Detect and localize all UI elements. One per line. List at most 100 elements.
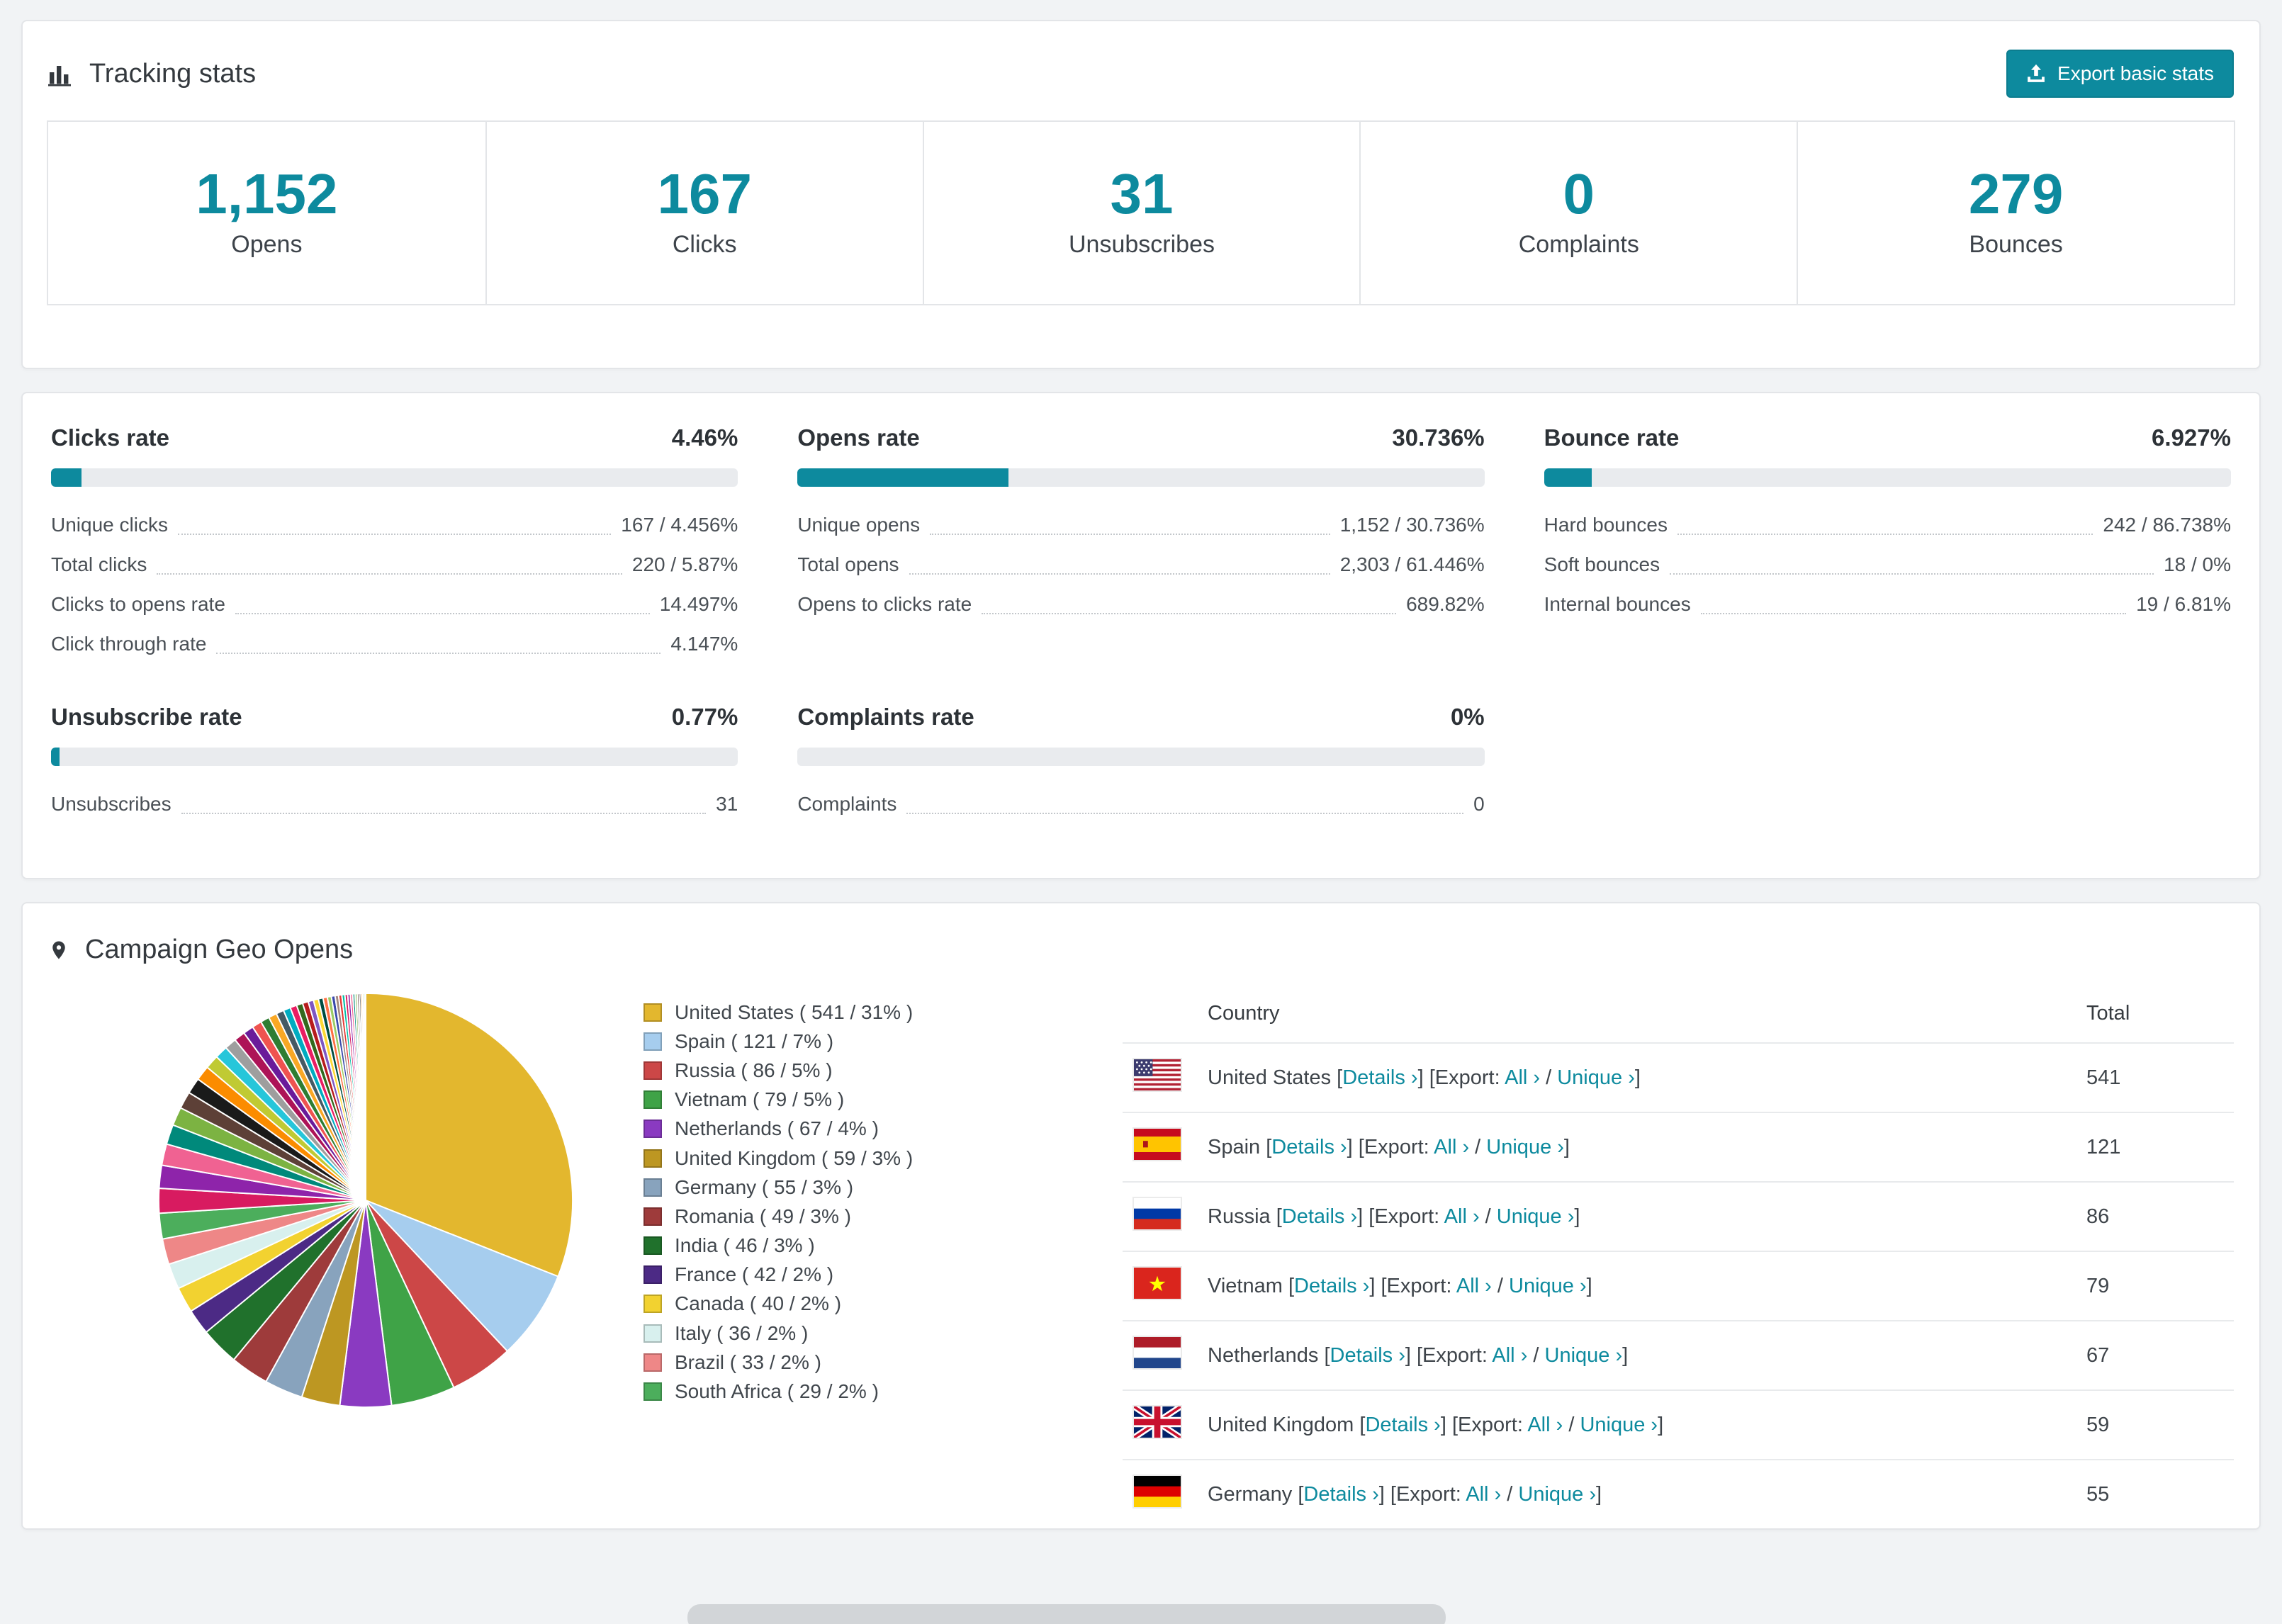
export-all-link[interactable]: All ›: [1466, 1483, 1501, 1506]
stat-label: Unsubscribes: [1069, 231, 1215, 258]
export-unique-link[interactable]: Unique ›: [1545, 1344, 1623, 1367]
slash-separator: /: [1563, 1413, 1580, 1436]
export-basic-stats-button[interactable]: Export basic stats: [2006, 50, 2234, 98]
dotted-leader: [906, 813, 1464, 814]
campaign-geo-opens-title-text: Campaign Geo Opens: [85, 935, 354, 964]
stat-value: 1,152: [196, 162, 338, 225]
legend-label: Netherlands ( 67 / 4% ): [675, 1117, 879, 1140]
flag-nl-icon: [1132, 1336, 1182, 1370]
stat-row-label: Unique clicks: [51, 514, 168, 536]
legend-swatch: [643, 1120, 662, 1139]
details-link[interactable]: Details ›: [1282, 1205, 1357, 1228]
country-name: United States: [1208, 1066, 1332, 1089]
legend-item-france[interactable]: France ( 42 / 2% ): [643, 1261, 1114, 1290]
slash-separator: /: [1540, 1066, 1558, 1089]
total-cell: 541: [2075, 1042, 2234, 1112]
rate-stat-row: Unsubscribes 31: [51, 784, 738, 824]
export-all-link[interactable]: All ›: [1444, 1205, 1480, 1228]
stat-row-label: Opens to clicks rate: [797, 593, 972, 615]
legend-item-canada[interactable]: Canada ( 40 / 2% ): [643, 1290, 1114, 1319]
stat-value: 31: [1110, 162, 1174, 225]
legend-item-brazil[interactable]: Brazil ( 33 / 2% ): [643, 1348, 1114, 1377]
stat-row-value: 31: [716, 793, 738, 815]
details-link[interactable]: Details ›: [1294, 1275, 1369, 1297]
campaign-geo-opens-card: Campaign Geo Opens United States ( 541 /…: [21, 902, 2261, 1530]
country-name: Russia: [1208, 1205, 1271, 1228]
legend-swatch: [643, 1149, 662, 1168]
legend-item-italy[interactable]: Italy ( 36 / 2% ): [643, 1319, 1114, 1348]
legend-item-south-africa[interactable]: South Africa ( 29 / 2% ): [643, 1377, 1114, 1406]
slash-separator: /: [1527, 1343, 1545, 1367]
legend-item-germany[interactable]: Germany ( 55 / 3% ): [643, 1173, 1114, 1202]
details-link[interactable]: Details ›: [1303, 1483, 1378, 1506]
export-all-link[interactable]: All ›: [1527, 1414, 1563, 1436]
legend-item-russia[interactable]: Russia ( 86 / 5% ): [643, 1056, 1114, 1085]
legend-label: Russia ( 86 / 5% ): [675, 1059, 833, 1081]
flag-column-header: [1123, 979, 1196, 1043]
legend-item-united-kingdom[interactable]: United Kingdom ( 59 / 3% ): [643, 1144, 1114, 1173]
legend-label: France ( 42 / 2% ): [675, 1263, 834, 1286]
export-unique-link[interactable]: Unique ›: [1486, 1136, 1564, 1158]
bracket: ]: [1378, 1482, 1385, 1506]
export-all-link[interactable]: All ›: [1456, 1275, 1492, 1297]
export-unique-link[interactable]: Unique ›: [1518, 1483, 1596, 1506]
legend-item-india[interactable]: India ( 46 / 3% ): [643, 1231, 1114, 1261]
bracket: ]: [1357, 1205, 1364, 1228]
export-all-link[interactable]: All ›: [1492, 1344, 1527, 1367]
export-unique-link[interactable]: Unique ›: [1509, 1275, 1587, 1297]
legend-label: Canada ( 40 / 2% ): [675, 1292, 842, 1315]
progress-fill: [51, 468, 82, 487]
rate-title: Complaints rate: [797, 704, 974, 730]
details-link[interactable]: Details ›: [1330, 1344, 1405, 1367]
legend-item-united-states[interactable]: United States ( 541 / 31% ): [643, 998, 1114, 1027]
export-all-link[interactable]: All ›: [1505, 1066, 1540, 1089]
stat-row-label: Hard bounces: [1544, 514, 1668, 536]
bracket: [: [1324, 1343, 1330, 1367]
total-cell: 79: [2075, 1251, 2234, 1321]
flag-us-icon: [1132, 1058, 1182, 1092]
tracking-stats-card: Tracking stats Export basic stats 1,152 O…: [21, 20, 2261, 369]
slash-separator: /: [1479, 1205, 1497, 1228]
flag-cell: [1123, 1389, 1196, 1460]
slash-separator: /: [1491, 1274, 1509, 1297]
export-unique-link[interactable]: Unique ›: [1580, 1414, 1658, 1436]
horizontal-scrollbar[interactable]: [687, 1604, 1446, 1624]
details-link[interactable]: Details ›: [1271, 1136, 1347, 1158]
rate-title: Unsubscribe rate: [51, 704, 242, 730]
export-unique-link[interactable]: Unique ›: [1497, 1205, 1575, 1228]
details-link[interactable]: Details ›: [1342, 1066, 1417, 1089]
stat-label: Complaints: [1518, 231, 1639, 258]
stat-value: 167: [657, 162, 752, 225]
country-cell: Spain [Details ›] [Export: All › / Uniqu…: [1196, 1112, 2075, 1182]
dotted-leader: [235, 613, 650, 614]
legend-item-vietnam[interactable]: Vietnam ( 79 / 5% ): [643, 1086, 1114, 1115]
bracket: [: [1276, 1205, 1282, 1228]
flag-gb-icon: [1132, 1405, 1182, 1439]
legend-item-netherlands[interactable]: Netherlands ( 67 / 4% ): [643, 1115, 1114, 1144]
export-unique-link[interactable]: Unique ›: [1557, 1066, 1635, 1089]
geo-opens-pie-chart: [157, 992, 574, 1409]
progress-bar-complaints-rate: [797, 748, 1485, 766]
details-link[interactable]: Details ›: [1365, 1414, 1440, 1436]
export-label: Export:: [1364, 1135, 1434, 1158]
country-name: Vietnam: [1208, 1274, 1283, 1297]
bracket: ]: [1574, 1205, 1580, 1228]
bar-chart-icon: [48, 61, 74, 86]
bracket: ]: [1596, 1482, 1602, 1506]
country-column-header: Country: [1208, 1002, 1280, 1025]
legend-item-spain[interactable]: Spain ( 121 / 7% ): [643, 1027, 1114, 1056]
total-cell: 59: [2075, 1389, 2234, 1460]
geo-pie-legend: United States ( 541 / 31% ) Spain ( 121 /…: [643, 998, 1114, 1406]
bracket: ]: [1634, 1066, 1641, 1089]
flag-cell: [1123, 1251, 1196, 1321]
stat-row-value: 1,152 / 30.736%: [1339, 514, 1485, 536]
flag-vn-icon: [1132, 1266, 1182, 1300]
flag-de-icon: [1132, 1474, 1182, 1509]
rate-head: Unsubscribe rate 0.77%: [51, 704, 738, 731]
export-all-link[interactable]: All ›: [1434, 1136, 1469, 1158]
rate-stat-row: Click through rate 4.147%: [51, 624, 738, 664]
flag-cell: [1123, 1320, 1196, 1390]
legend-item-romania[interactable]: Romania ( 49 / 3% ): [643, 1202, 1114, 1231]
bracket: [: [1358, 1135, 1364, 1158]
bracket: ]: [1369, 1274, 1376, 1297]
